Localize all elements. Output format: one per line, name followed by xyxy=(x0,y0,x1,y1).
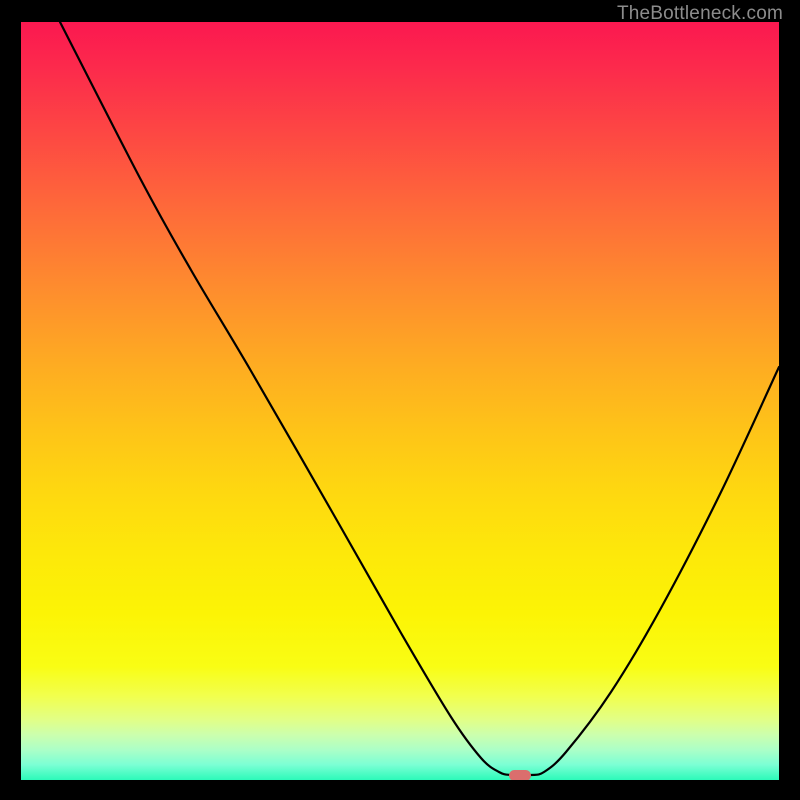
optimal-marker xyxy=(509,770,531,781)
chart-frame: TheBottleneck.com xyxy=(0,0,800,800)
watermark-text: TheBottleneck.com xyxy=(617,3,783,25)
plot-area xyxy=(21,22,779,780)
bottleneck-curve xyxy=(21,22,779,780)
